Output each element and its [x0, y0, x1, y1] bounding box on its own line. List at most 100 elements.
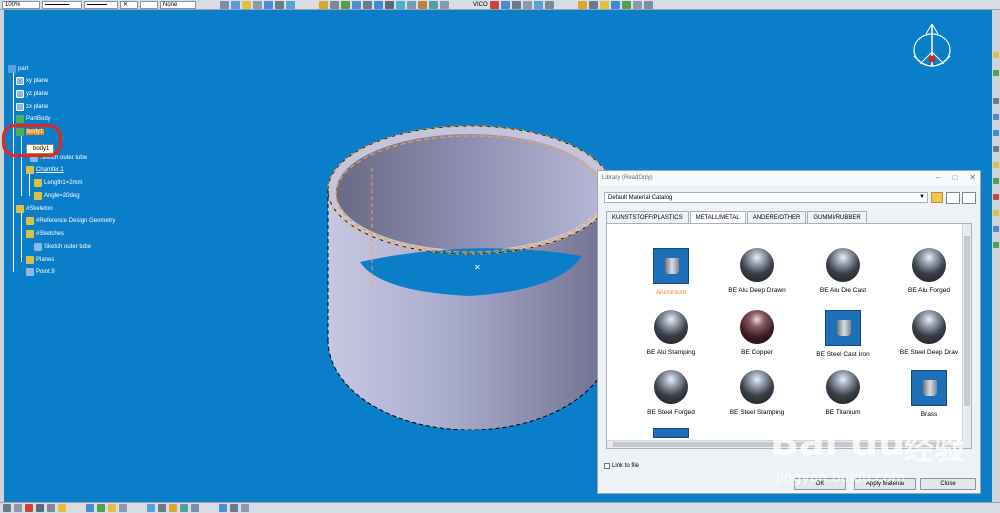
shading-mode-icon[interactable]: [147, 504, 155, 512]
copy-icon[interactable]: [14, 504, 22, 512]
show-icon[interactable]: [180, 504, 188, 512]
rotate-icon[interactable]: [275, 0, 284, 9]
delete-icon[interactable]: [25, 504, 33, 512]
tree-root[interactable]: part: [8, 64, 28, 74]
material-icon[interactable]: [599, 0, 609, 9]
right-tool-1-icon[interactable]: [993, 52, 999, 58]
layer-number-select[interactable]: [140, 0, 158, 9]
snap-icon[interactable]: [231, 0, 240, 9]
shaft-icon[interactable]: [374, 0, 383, 9]
tree-item-planes[interactable]: Planes: [26, 255, 54, 265]
hole-icon[interactable]: [385, 0, 394, 9]
chamfer-icon[interactable]: [407, 0, 416, 9]
compass-icon[interactable]: [908, 20, 956, 82]
material-aluminium[interactable]: Aluminium: [631, 248, 711, 304]
box-icon[interactable]: [621, 0, 631, 9]
wireframe-icon[interactable]: [158, 504, 166, 512]
tree-item-length[interactable]: Length1=2mm: [34, 178, 83, 188]
tree-item-angle[interactable]: Angle=20deg: [34, 191, 80, 201]
tab-rubber[interactable]: GUMMI/RUBBER: [807, 211, 867, 223]
zoom-in-icon[interactable]: [286, 0, 295, 9]
right-tool-9-icon[interactable]: [993, 194, 999, 200]
right-tool-3-icon[interactable]: [993, 98, 999, 104]
material-be-steel-cast-iron[interactable]: BE Steel Cast Iron: [803, 310, 883, 366]
material-be-alu-stamping[interactable]: BE Alu Stamping: [631, 310, 711, 366]
hide-icon[interactable]: [169, 504, 177, 512]
material-brass[interactable]: Brass: [889, 370, 969, 426]
line-type-select[interactable]: [42, 0, 82, 9]
scroll-thumb[interactable]: [964, 236, 970, 406]
thickness-icon[interactable]: [440, 0, 449, 9]
tree-item-reference-design-geometry[interactable]: #Reference Design Geometry: [26, 216, 115, 226]
tree-item-point[interactable]: Point.9: [26, 267, 55, 277]
shading-icon[interactable]: [588, 0, 598, 9]
close-icon[interactable]: ✕: [969, 173, 976, 182]
minimize-icon[interactable]: –: [936, 173, 940, 182]
maximize-icon[interactable]: □: [952, 173, 957, 182]
link-to-file-checkbox[interactable]: [604, 463, 610, 469]
axis-icon[interactable]: [533, 0, 543, 9]
pad-icon[interactable]: [352, 0, 361, 9]
material-be-alu-deep-drawn[interactable]: BE Alu Deep Drawn: [717, 248, 797, 304]
tree-item-sketch-outer-tube-2[interactable]: Sketch outer tube: [34, 242, 91, 252]
fit-all-icon[interactable]: [253, 0, 262, 9]
line-weight-select[interactable]: [84, 0, 118, 9]
tree-item-skeleton[interactable]: #Skeleton: [16, 204, 53, 214]
catalog-select[interactable]: Default Material Catalog ▼: [604, 192, 928, 203]
undo-icon[interactable]: [36, 504, 44, 512]
render-icon[interactable]: [577, 0, 587, 9]
translate-icon[interactable]: [522, 0, 532, 9]
tree-item-zx-plane[interactable]: zx plane: [16, 102, 48, 112]
layer-select[interactable]: None: [160, 0, 196, 9]
pan-icon[interactable]: [264, 0, 273, 9]
hide-show-icon[interactable]: [632, 0, 642, 9]
select-icon[interactable]: [3, 504, 11, 512]
view-list-icon[interactable]: [962, 192, 976, 204]
material-be-steel-deep-drawn[interactable]: BE Steel Deep Drav: [889, 310, 969, 366]
vertical-scrollbar[interactable]: [962, 224, 971, 448]
right-tool-10-icon[interactable]: [993, 210, 999, 216]
pattern-icon[interactable]: [500, 0, 510, 9]
update-icon[interactable]: [58, 504, 66, 512]
material-be-steel-forged[interactable]: BE Steel Forged: [631, 370, 711, 426]
tree-item-xy-plane[interactable]: xy plane: [16, 76, 48, 86]
swap-space-icon[interactable]: [643, 0, 653, 9]
right-tool-5-icon[interactable]: [993, 130, 999, 136]
redo-icon[interactable]: [47, 504, 55, 512]
mirror-icon[interactable]: [489, 0, 499, 9]
open-folder-icon[interactable]: [931, 192, 943, 203]
shell-icon[interactable]: [429, 0, 438, 9]
view-icons-icon[interactable]: [946, 192, 960, 204]
tree-item-partbody[interactable]: PartBody: [16, 114, 51, 124]
right-tool-12-icon[interactable]: [993, 242, 999, 248]
right-tool-4-icon[interactable]: [993, 114, 999, 120]
tab-metal[interactable]: METALL/METAL: [689, 211, 746, 223]
right-tool-7-icon[interactable]: [993, 162, 999, 168]
swap-icon[interactable]: [191, 504, 199, 512]
material-be-alu-forged[interactable]: BE Alu Forged: [889, 248, 969, 304]
zoom-select[interactable]: 100%: [2, 0, 40, 9]
normal-view-icon[interactable]: [330, 0, 339, 9]
tree-item-sketches[interactable]: #Sketches: [26, 229, 64, 239]
right-tool-8-icon[interactable]: [993, 178, 999, 184]
cube-icon[interactable]: [610, 0, 620, 9]
material-be-steel-stamping[interactable]: BE Steel Stamping: [717, 370, 797, 426]
analysis-icon[interactable]: [108, 504, 116, 512]
pocket-icon[interactable]: [363, 0, 372, 9]
right-tool-2-icon[interactable]: [993, 70, 999, 76]
right-tool-11-icon[interactable]: [993, 226, 999, 232]
material-partial-swatch-icon[interactable]: [653, 428, 689, 438]
sketch-icon[interactable]: [341, 0, 350, 9]
tree-item-yz-plane[interactable]: yz plane: [16, 89, 48, 99]
tree-item-chamfer[interactable]: Chamfer.1: [26, 165, 64, 175]
tab-plastics[interactable]: KUNSTSTOFF/PLASTICS: [606, 211, 689, 223]
dimension-icon[interactable]: [97, 504, 105, 512]
constraint-icon[interactable]: [86, 504, 94, 512]
view-icon[interactable]: [119, 504, 127, 512]
iso-view-icon[interactable]: [230, 504, 238, 512]
fillet-icon[interactable]: [396, 0, 405, 9]
apply-material-icon[interactable]: [220, 0, 229, 9]
right-tool-6-icon[interactable]: [993, 146, 999, 152]
draft-icon[interactable]: [418, 0, 427, 9]
material-be-alu-die-cast[interactable]: BE Alu Die Cast: [803, 248, 883, 304]
